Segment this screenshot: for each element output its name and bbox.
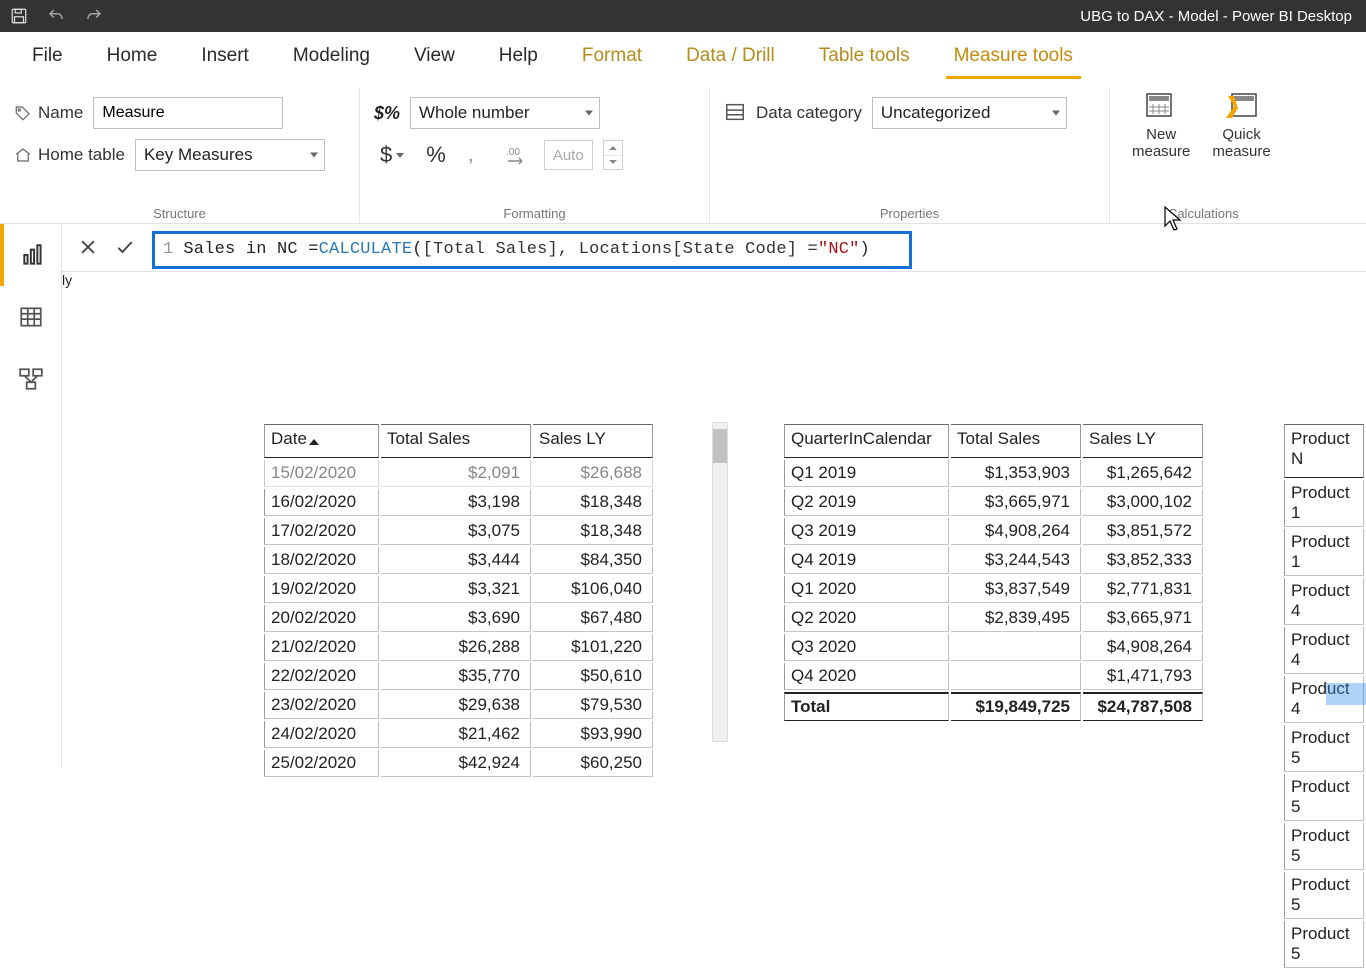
home-table-label: Home table: [14, 145, 125, 165]
tab-help[interactable]: Help: [477, 33, 560, 81]
decimal-decrease-button[interactable]: .00: [500, 145, 534, 165]
table-row[interactable]: Product 4: [1284, 578, 1364, 625]
table-daily: Date Total Sales Sales LY 15/02/2020$2,0…: [262, 422, 655, 779]
tab-insert[interactable]: Insert: [179, 33, 271, 81]
quick-measure-button[interactable]: Quick measure: [1204, 92, 1278, 160]
scrollbar-table-daily[interactable]: [712, 422, 728, 742]
undo-icon[interactable]: [46, 7, 66, 25]
table-row[interactable]: 21/02/2020$26,288$101,220: [264, 634, 653, 661]
tab-measure-tools[interactable]: Measure tools: [932, 33, 1095, 81]
datatype-icon: $%: [374, 103, 400, 124]
svg-text:,: ,: [468, 145, 474, 165]
table-row[interactable]: Product 1: [1284, 529, 1364, 576]
group-label-properties: Properties: [710, 206, 1109, 221]
commit-icon[interactable]: [114, 237, 136, 263]
data-view-icon[interactable]: [0, 286, 61, 348]
table-row[interactable]: Q1 2020$3,837,549$2,771,831: [784, 576, 1203, 603]
titlebar: UBG to DAX - Model - Power BI Desktop: [0, 0, 1366, 32]
table-quarter: QuarterInCalendar Total Sales Sales LY Q…: [782, 422, 1205, 723]
tab-data-drill[interactable]: Data / Drill: [664, 33, 797, 81]
data-category-select[interactable]: Uncategorized: [872, 97, 1067, 129]
percent-format-button[interactable]: %: [420, 142, 452, 168]
table-row[interactable]: Q3 2019$4,908,264$3,851,572: [784, 518, 1203, 545]
tab-modeling[interactable]: Modeling: [271, 33, 392, 81]
group-label-structure: Structure: [0, 206, 359, 221]
home-table-select[interactable]: Key Measures: [135, 139, 325, 171]
table-total-row: Total$19,849,725$24,787,508: [784, 692, 1203, 721]
table-row[interactable]: Product 5: [1284, 725, 1364, 772]
name-label: Name: [14, 103, 83, 123]
sort-asc-icon[interactable]: [309, 439, 319, 445]
table-row[interactable]: 23/02/2020$29,638$79,530: [264, 692, 653, 719]
ribbon: Name Home table Key Measures Structure $…: [0, 82, 1366, 224]
table-row[interactable]: Product 5: [1284, 872, 1364, 919]
currency-format-button[interactable]: $: [374, 142, 410, 168]
table-row[interactable]: 24/02/2020$21,462$93,990: [264, 721, 653, 748]
table-row[interactable]: Product 5: [1284, 921, 1364, 968]
table-row[interactable]: 15/02/2020$2,091$26,688: [264, 460, 653, 487]
data-category-icon: [724, 101, 746, 126]
table-row[interactable]: Product 1: [1284, 480, 1364, 527]
group-label-calculations: Calculations: [1110, 206, 1297, 221]
group-structure: Name Home table Key Measures Structure: [0, 88, 360, 223]
table-row[interactable]: Q3 2020$4,908,264: [784, 634, 1203, 661]
table-row[interactable]: 18/02/2020$3,444$84,350: [264, 547, 653, 574]
tab-file[interactable]: File: [10, 33, 85, 81]
tab-format[interactable]: Format: [560, 33, 664, 81]
tab-view[interactable]: View: [392, 33, 477, 81]
formula-editor[interactable]: 1 Sales in NC = CALCULATE ( [Total Sales…: [152, 231, 912, 269]
data-category-label: Data category: [756, 103, 862, 123]
window-title: UBG to DAX - Model - Power BI Desktop: [1080, 8, 1356, 25]
table-row[interactable]: Q4 2019$3,244,543$3,852,333: [784, 547, 1203, 574]
tab-table-tools[interactable]: Table tools: [797, 33, 932, 81]
formula-bar: 1 Sales in NC = CALCULATE ( [Total Sales…: [62, 228, 1366, 272]
visual-table-quarter[interactable]: QuarterInCalendar Total Sales Sales LY Q…: [782, 422, 1205, 723]
selection-highlight: [1326, 683, 1366, 705]
table-row[interactable]: Product 5: [1284, 774, 1364, 821]
group-calculations: New measure Quick measure Calculations: [1110, 88, 1297, 223]
table-row[interactable]: 17/02/2020$3,075$18,348: [264, 518, 653, 545]
group-label-formatting: Formatting: [360, 206, 709, 221]
table-row[interactable]: Q2 2019$3,665,971$3,000,102: [784, 489, 1203, 516]
decimal-places-input[interactable]: Auto: [544, 140, 593, 170]
cancel-icon[interactable]: [78, 237, 98, 263]
group-properties: Data category Uncategorized Properties: [710, 88, 1110, 223]
model-view-icon[interactable]: [0, 348, 61, 410]
decimal-places-stepper[interactable]: [603, 140, 623, 170]
report-canvas[interactable]: Date Total Sales Sales LY 15/02/2020$2,0…: [62, 272, 1366, 768]
table-row[interactable]: 19/02/2020$3,321$106,040: [264, 576, 653, 603]
new-measure-button[interactable]: New measure: [1124, 92, 1198, 160]
table-row[interactable]: 20/02/2020$3,690$67,480: [264, 605, 653, 632]
table-row[interactable]: Q1 2019$1,353,903$1,265,642: [784, 460, 1203, 487]
thousands-separator-button[interactable]: ,: [462, 145, 490, 165]
datatype-select[interactable]: Whole number: [410, 97, 600, 129]
table-row[interactable]: Q2 2020$2,839,495$3,665,971: [784, 605, 1203, 632]
save-icon[interactable]: [10, 7, 28, 25]
tab-home[interactable]: Home: [85, 33, 180, 81]
name-input[interactable]: [93, 97, 283, 129]
table-row[interactable]: Product 5: [1284, 823, 1364, 870]
view-rail: [0, 224, 62, 768]
group-formatting: $% Whole number $ % , .00 Auto Formattin…: [360, 88, 710, 223]
visual-table-daily[interactable]: Date Total Sales Sales LY 15/02/2020$2,0…: [262, 422, 655, 779]
table-row[interactable]: Q4 2020$1,471,793: [784, 663, 1203, 690]
table-row[interactable]: 16/02/2020$3,198$18,348: [264, 489, 653, 516]
table-row[interactable]: 22/02/2020$35,770$50,610: [264, 663, 653, 690]
svg-text:.00: .00: [506, 147, 520, 158]
report-view-icon[interactable]: [0, 224, 61, 286]
redo-icon[interactable]: [84, 7, 104, 25]
table-row[interactable]: Product 4: [1284, 627, 1364, 674]
table-row[interactable]: 25/02/2020$42,924$60,250: [264, 750, 653, 777]
ribbon-tabs: File Home Insert Modeling View Help Form…: [0, 32, 1366, 82]
